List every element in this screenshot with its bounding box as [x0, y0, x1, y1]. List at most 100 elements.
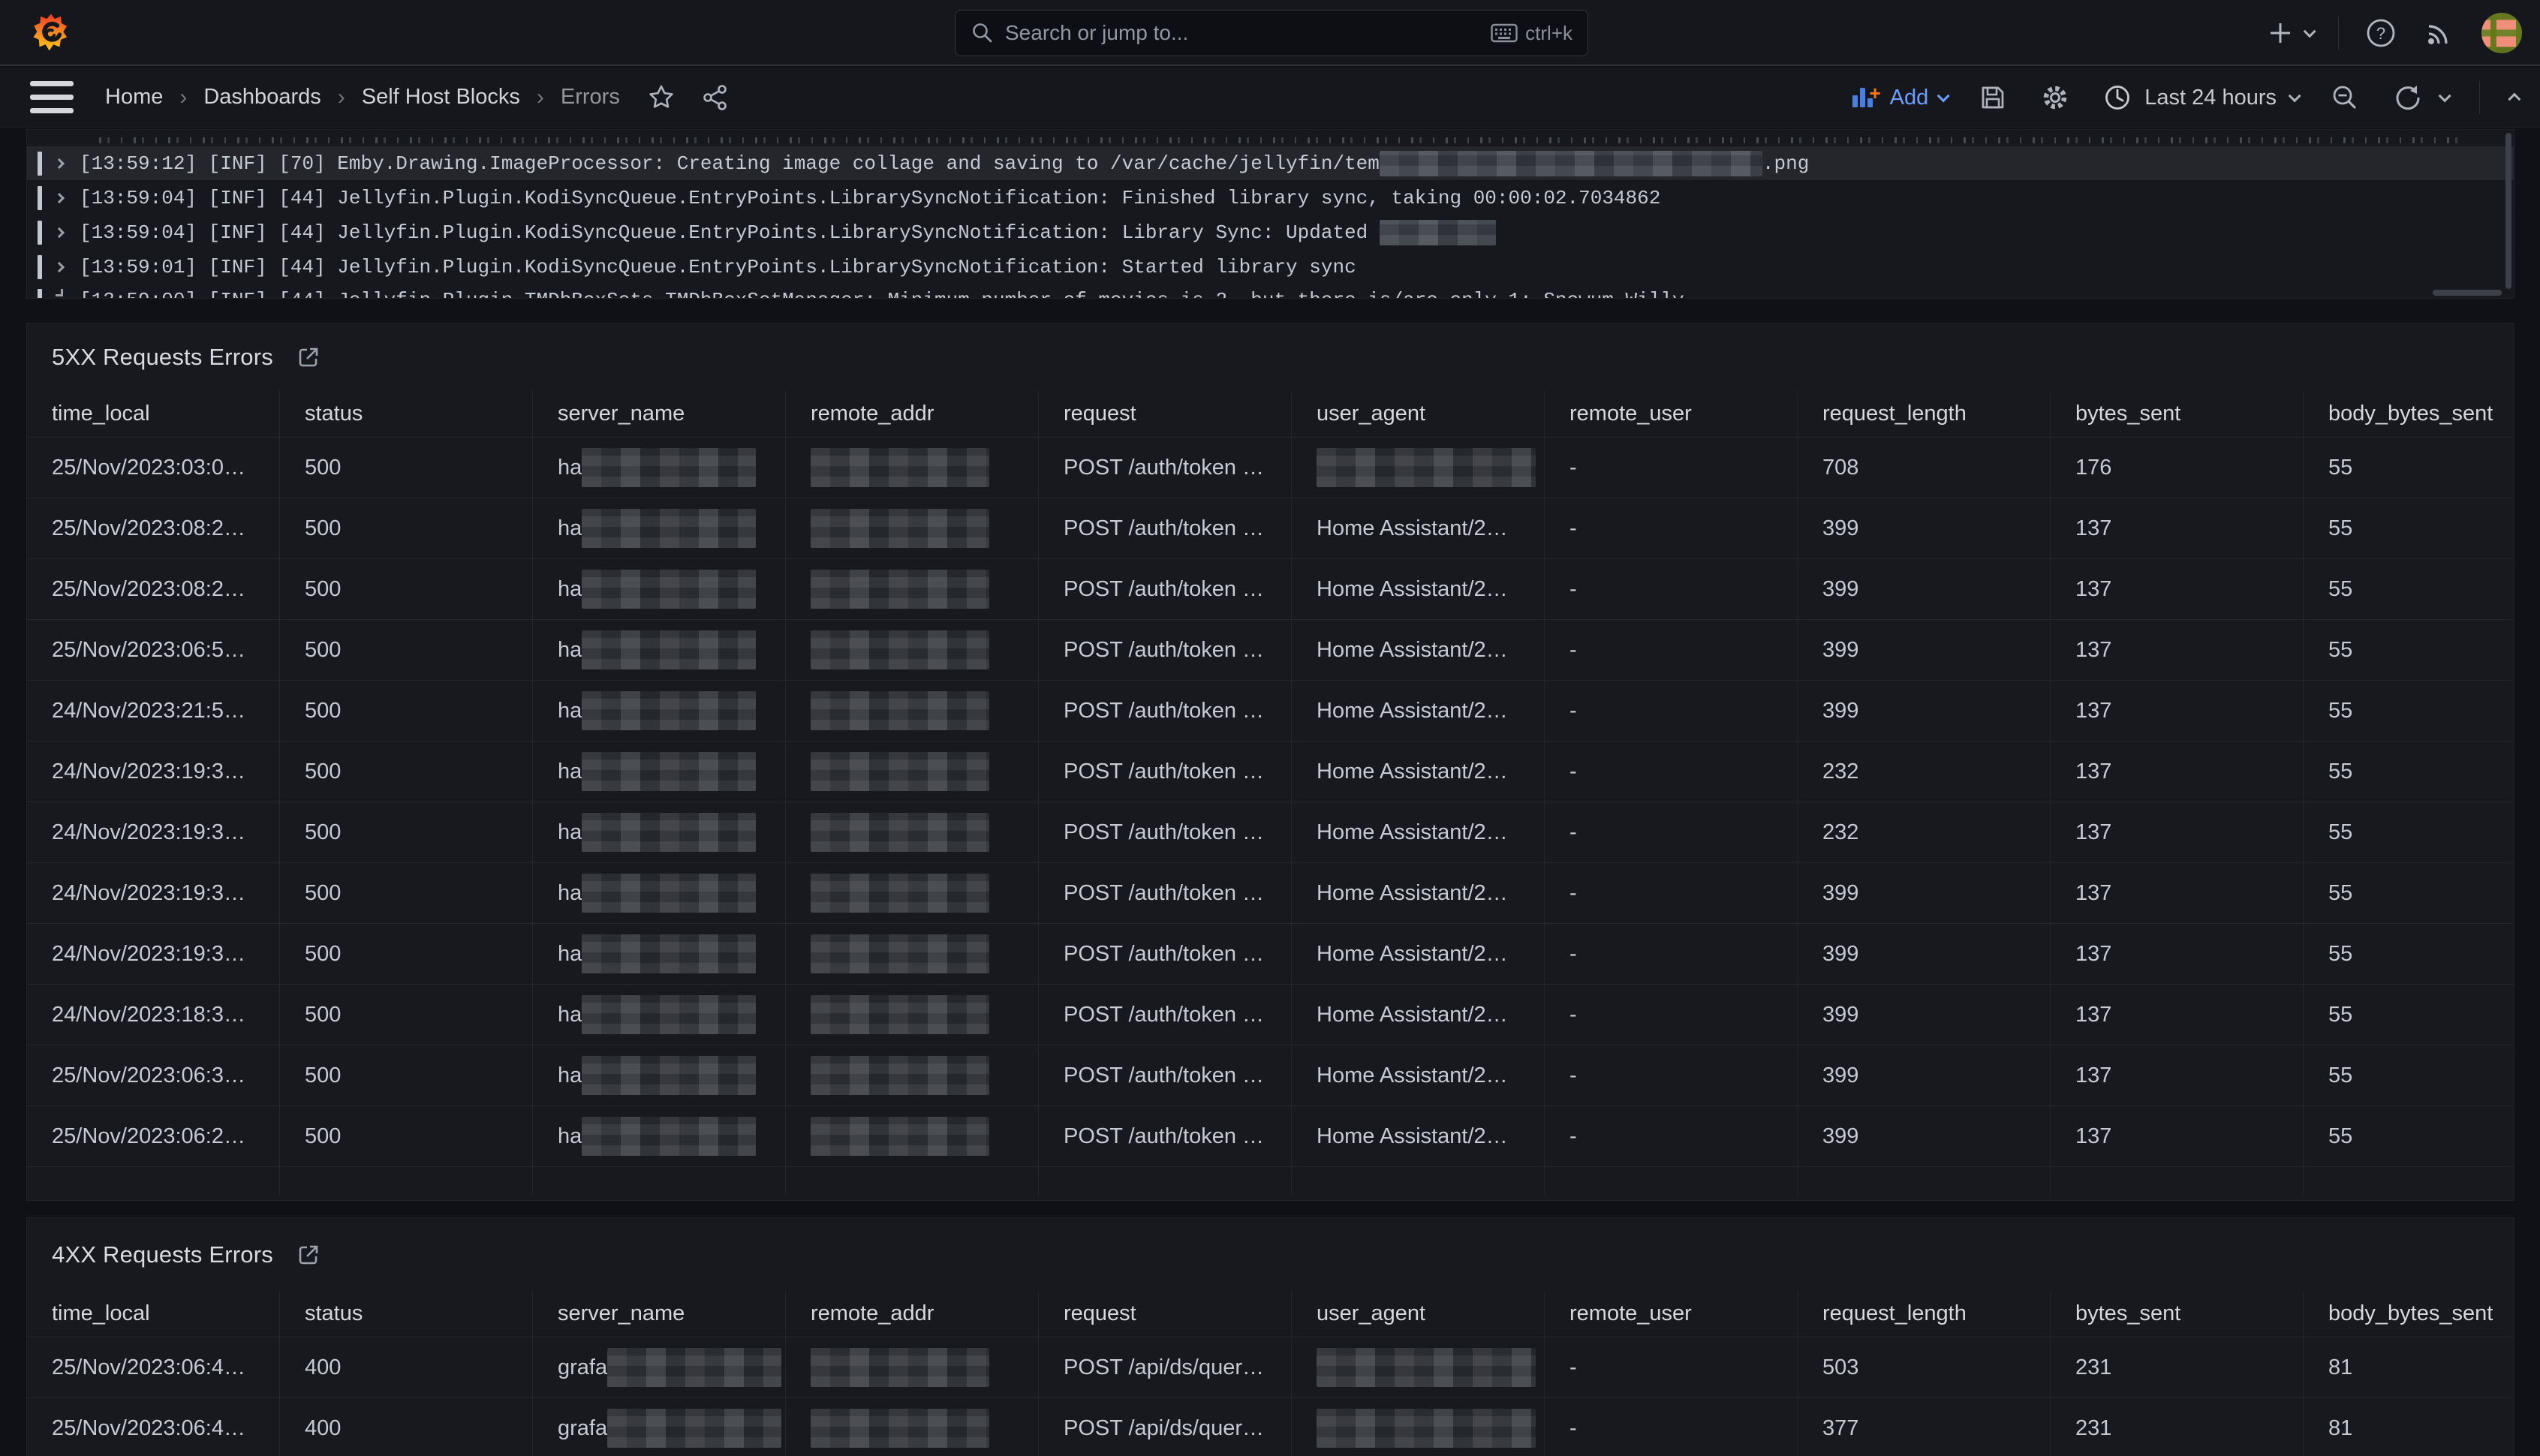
cell-request_length: 399: [1798, 559, 2051, 619]
cell-status: 500: [280, 1106, 533, 1166]
redacted-cell: [582, 934, 756, 973]
log-vertical-scrollbar[interactable]: [2505, 133, 2511, 289]
menu-toggle-button[interactable]: [30, 81, 74, 113]
cell-remote_addr: [786, 863, 1039, 923]
cell-remote_addr: [786, 742, 1039, 802]
column-header-bytes_sent[interactable]: bytes_sent: [2051, 391, 2304, 437]
zoom-out-time-button[interactable]: [2329, 82, 2361, 113]
breadcrumb-item[interactable]: Home: [105, 85, 163, 110]
column-header-request[interactable]: request: [1039, 391, 1292, 437]
help-button[interactable]: ?: [2364, 17, 2397, 50]
column-header-request[interactable]: request: [1039, 1291, 1292, 1337]
breadcrumb-item[interactable]: Self Host Blocks: [362, 85, 520, 110]
cell-time_local: 25/Nov/2023:06:3…: [27, 1045, 280, 1106]
cell-time_local: 25/Nov/2023:06:5…: [27, 620, 280, 680]
column-header-request_length[interactable]: request_length: [1798, 1291, 2051, 1337]
cell-body_bytes_sent: 55: [2304, 1106, 2514, 1166]
external-link-icon[interactable]: [296, 1242, 321, 1268]
news-button[interactable]: [2423, 17, 2456, 50]
star-icon: [647, 83, 676, 112]
column-header-body_bytes_sent[interactable]: body_bytes_sent: [2304, 1291, 2514, 1337]
table-row: 24/Nov/2023:19:3…500haPOST /auth/token ……: [27, 802, 2514, 863]
column-header-remote_addr[interactable]: remote_addr: [786, 1291, 1039, 1337]
table-row: 25/Nov/2023:06:3…500haPOST /auth/token ……: [27, 1045, 2514, 1106]
redacted-cell: [582, 691, 756, 730]
column-header-bytes_sent[interactable]: bytes_sent: [2051, 1291, 2304, 1337]
cell-request: POST /auth/token …: [1039, 1106, 1292, 1166]
search-shortcut: ctrl+k: [1525, 22, 1572, 45]
column-header-user_agent[interactable]: user_agent: [1292, 391, 1545, 437]
cell-remote_addr: [786, 438, 1039, 498]
cell-bytes_sent: 231: [2051, 1337, 2304, 1397]
filler-cell: [2051, 1167, 2304, 1196]
column-header-time_local[interactable]: time_local: [27, 391, 280, 437]
cell-remote_addr: [786, 1398, 1039, 1456]
redacted-cell: [582, 630, 756, 669]
cell-remote_addr: [786, 1337, 1039, 1397]
expand-chevron-icon[interactable]: [56, 289, 63, 296]
column-header-time_local[interactable]: time_local: [27, 1291, 280, 1337]
refresh-button[interactable]: [2392, 82, 2448, 113]
cell-body_bytes_sent: 55: [2304, 438, 2514, 498]
expand-chevron-icon[interactable]: [54, 227, 65, 237]
cell-server_name: ha: [533, 1045, 786, 1106]
panel-title: 4XX Requests Errors: [52, 1241, 273, 1268]
search-icon: [971, 21, 995, 45]
column-header-remote_user[interactable]: remote_user: [1545, 1291, 1798, 1337]
cell-request_length: 377: [1798, 1398, 2051, 1456]
avatar[interactable]: [2481, 13, 2522, 53]
collapse-toolbar-button[interactable]: [2511, 93, 2520, 102]
add-panel-button[interactable]: + Add: [1851, 85, 1947, 110]
cell-remote_user: -: [1545, 1106, 1798, 1166]
cell-remote_addr: [786, 681, 1039, 741]
cell-user_agent: Home Assistant/2…: [1292, 559, 1545, 619]
favorite-star-button[interactable]: [647, 83, 676, 112]
cell-body_bytes_sent: 55: [2304, 863, 2514, 923]
cell-bytes_sent: 176: [2051, 438, 2304, 498]
share-button[interactable]: [701, 83, 730, 112]
dashboard-settings-button[interactable]: [2039, 82, 2071, 113]
cell-remote_addr: [786, 1045, 1039, 1106]
log-level-bar: [38, 221, 42, 245]
cell-remote_user: -: [1545, 498, 1798, 558]
save-dashboard-button[interactable]: [1978, 83, 2008, 113]
cell-remote_addr: [786, 620, 1039, 680]
cell-body_bytes_sent: 81: [2304, 1337, 2514, 1397]
redacted-cell: [811, 570, 989, 609]
zoom-out-icon: [2329, 82, 2361, 113]
expand-chevron-icon[interactable]: [54, 192, 65, 203]
expand-chevron-icon[interactable]: [54, 261, 65, 272]
cell-status: 500: [280, 620, 533, 680]
cell-body_bytes_sent: 55: [2304, 924, 2514, 984]
rss-icon: [2423, 17, 2456, 50]
cell-user_agent: [1292, 1398, 1545, 1456]
breadcrumb-item[interactable]: Dashboards: [203, 85, 321, 110]
column-header-status[interactable]: status: [280, 1291, 533, 1337]
log-horizontal-scrollbar[interactable]: [2433, 290, 2502, 296]
time-range-picker[interactable]: Last 24 hours: [2102, 83, 2298, 113]
redacted-cell: [811, 1348, 989, 1387]
column-header-server_name[interactable]: server_name: [533, 1291, 786, 1337]
cell-server_name: ha: [533, 924, 786, 984]
new-button[interactable]: [2268, 20, 2313, 46]
cell-user_agent: Home Assistant/2…: [1292, 1106, 1545, 1166]
column-header-remote_addr[interactable]: remote_addr: [786, 391, 1039, 437]
cell-request: POST /api/ds/quer…: [1039, 1398, 1292, 1456]
search-input[interactable]: Search or jump to... ctrl+k: [955, 10, 1588, 56]
table-row: 25/Nov/2023:08:2…500haPOST /auth/token ……: [27, 498, 2514, 559]
panel-4xx-requests-errors: 4XX Requests Errors time_localstatusserv…: [26, 1217, 2514, 1456]
expand-chevron-icon[interactable]: [54, 158, 65, 168]
column-header-user_agent[interactable]: user_agent: [1292, 1291, 1545, 1337]
column-header-status[interactable]: status: [280, 391, 533, 437]
column-header-server_name[interactable]: server_name: [533, 391, 786, 437]
column-header-request_length[interactable]: request_length: [1798, 391, 2051, 437]
column-header-body_bytes_sent[interactable]: body_bytes_sent: [2304, 391, 2514, 437]
external-link-icon[interactable]: [296, 344, 321, 370]
column-header-remote_user[interactable]: remote_user: [1545, 391, 1798, 437]
cell-request: POST /auth/token …: [1039, 559, 1292, 619]
cell-status: 500: [280, 742, 533, 802]
save-icon: [1978, 83, 2008, 113]
redacted-text: [1380, 151, 1762, 176]
cell-bytes_sent: 137: [2051, 498, 2304, 558]
grafana-logo-icon[interactable]: [32, 11, 71, 53]
